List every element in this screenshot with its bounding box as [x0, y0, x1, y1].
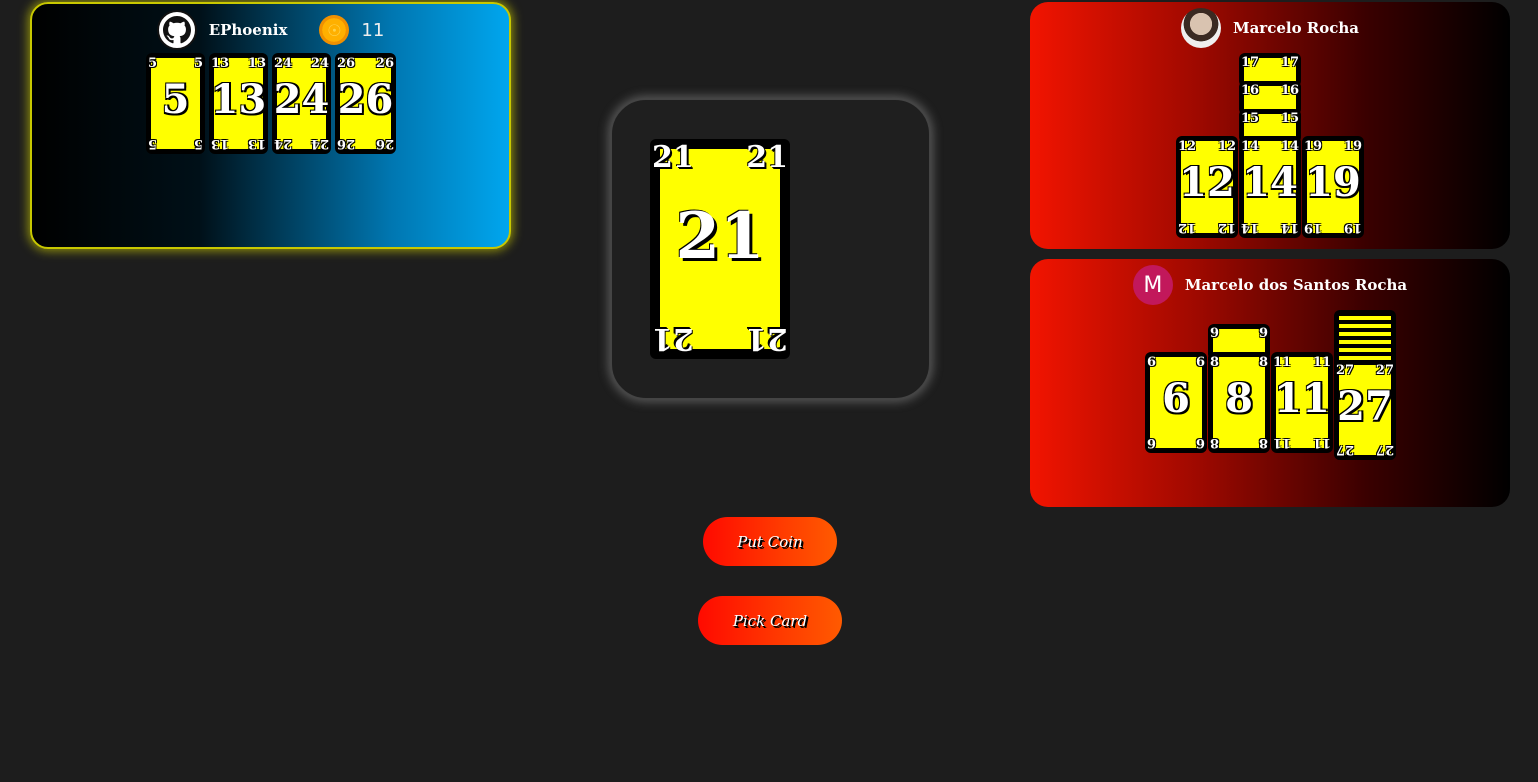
github-avatar-icon [156, 10, 197, 50]
put-coin-button[interactable]: Put Coin [703, 517, 837, 566]
opponent1-card: 19 19 19 19 19 [1302, 136, 1364, 238]
letter-avatar: M [1132, 265, 1173, 305]
my-card: 24 24 24 24 24 [272, 53, 331, 154]
opponent2-header: M Marcelo dos Santos Rocha [1030, 265, 1510, 305]
opponent2-card: 11 11 11 11 11 [1271, 352, 1333, 453]
center-card: 21 21 21 21 21 [650, 139, 790, 359]
pick-card-button[interactable]: Pick Card [698, 596, 842, 645]
opponent2-name: Marcelo dos Santos Rocha [1184, 276, 1408, 294]
coin-icon: ☉ [319, 15, 350, 45]
my-player-name: EPhoenix [208, 21, 288, 39]
opponent2-card: 88 8 88 [1208, 352, 1270, 453]
opponent-panel-marcelo-dos-santos-rocha: M Marcelo dos Santos Rocha [1030, 259, 1510, 507]
my-player-panel: EPhoenix ☉ 11 [30, 2, 511, 249]
my-card: 13 13 13 13 13 [209, 53, 268, 154]
my-player-header: EPhoenix ☉ 11 [32, 10, 509, 50]
opponent1-name: Marcelo Rocha [1232, 19, 1360, 37]
my-card: 26 26 26 26 26 [335, 53, 396, 154]
user-photo-avatar [1180, 8, 1221, 48]
opponent1-card: 14 14 14 14 14 [1239, 136, 1301, 238]
opponent2-card: 66 6 66 [1145, 352, 1207, 453]
opponent1-header: Marcelo Rocha [1030, 8, 1510, 48]
coin-count: 11 [361, 19, 385, 41]
opponent1-card: 12 12 12 12 12 [1176, 136, 1238, 238]
opponent2-card: 27 27 27 27 27 [1334, 360, 1396, 460]
my-card: 55 5 55 [146, 53, 205, 154]
